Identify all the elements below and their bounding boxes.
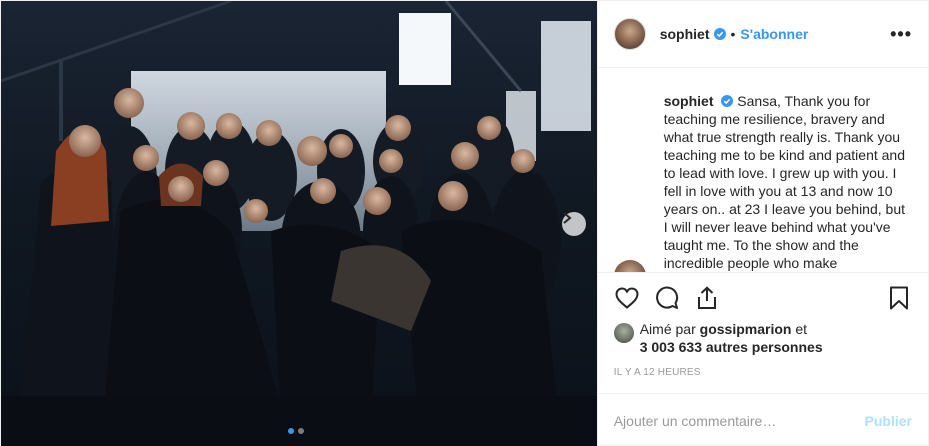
post-footer: Aimé par gossipmarion et 3 003 633 autre… [597, 272, 928, 393]
carousel-dot-active [288, 428, 294, 434]
caption-text: Sansa, Thank you for teaching me resilie… [663, 93, 906, 272]
likes-count[interactable]: 3 003 633 autres personnes [640, 339, 823, 355]
add-comment-bar: Publier [597, 393, 928, 446]
comments-scroll-area[interactable]: sophiet Sansa, Thank you for teaching me… [598, 68, 928, 273]
likes-conjunction: et [795, 321, 808, 338]
verified-badge-icon [713, 28, 726, 41]
publish-button[interactable]: Publier [865, 413, 912, 429]
like-button[interactable] [614, 285, 640, 311]
post-caption: sophiet Sansa, Thank you for teaching me… [664, 92, 912, 272]
more-options-icon[interactable]: ••• [890, 24, 912, 45]
bookmark-icon [890, 286, 908, 310]
header-separator: • [730, 26, 736, 43]
save-button[interactable] [886, 285, 912, 311]
comment-button[interactable] [654, 285, 680, 311]
verified-badge-icon [721, 95, 734, 108]
caption-username[interactable]: sophiet [664, 93, 714, 109]
author-avatar[interactable] [613, 18, 646, 51]
softbox-light [399, 13, 451, 85]
instagram-post: sophiet • S'abonner ••• sophiet Sansa, T… [0, 0, 929, 446]
post-side-panel: sophiet • S'abonner ••• sophiet Sansa, T… [596, 1, 928, 446]
follow-button[interactable]: S'abonner [740, 26, 808, 42]
comment-avatar[interactable] [613, 260, 646, 273]
likes-text: Aimé par gossipmarion et 3 003 633 autre… [640, 320, 823, 356]
likes-prefix: Aimé par [639, 321, 696, 338]
comment-icon [655, 286, 678, 310]
carousel-dot [298, 428, 304, 434]
post-header: sophiet • S'abonner ••• [597, 1, 928, 69]
carousel-next-button[interactable] [562, 212, 586, 236]
likes-summary: Aimé par gossipmarion et 3 003 633 autre… [613, 320, 912, 363]
heart-icon [615, 287, 639, 310]
group-photo [1, 1, 597, 446]
chevron-right-icon [563, 212, 572, 224]
share-button[interactable] [694, 285, 720, 311]
carousel-indicator [288, 428, 304, 434]
liker-avatar[interactable] [613, 323, 634, 344]
post-photo[interactable] [1, 1, 597, 446]
share-icon [697, 286, 716, 310]
post-timestamp[interactable]: IL Y A 12 HEURES [614, 367, 912, 393]
action-bar [614, 273, 912, 323]
author-username[interactable]: sophiet [660, 26, 710, 42]
liker-username[interactable]: gossipmarion [700, 321, 792, 337]
comment-input[interactable] [613, 412, 865, 429]
